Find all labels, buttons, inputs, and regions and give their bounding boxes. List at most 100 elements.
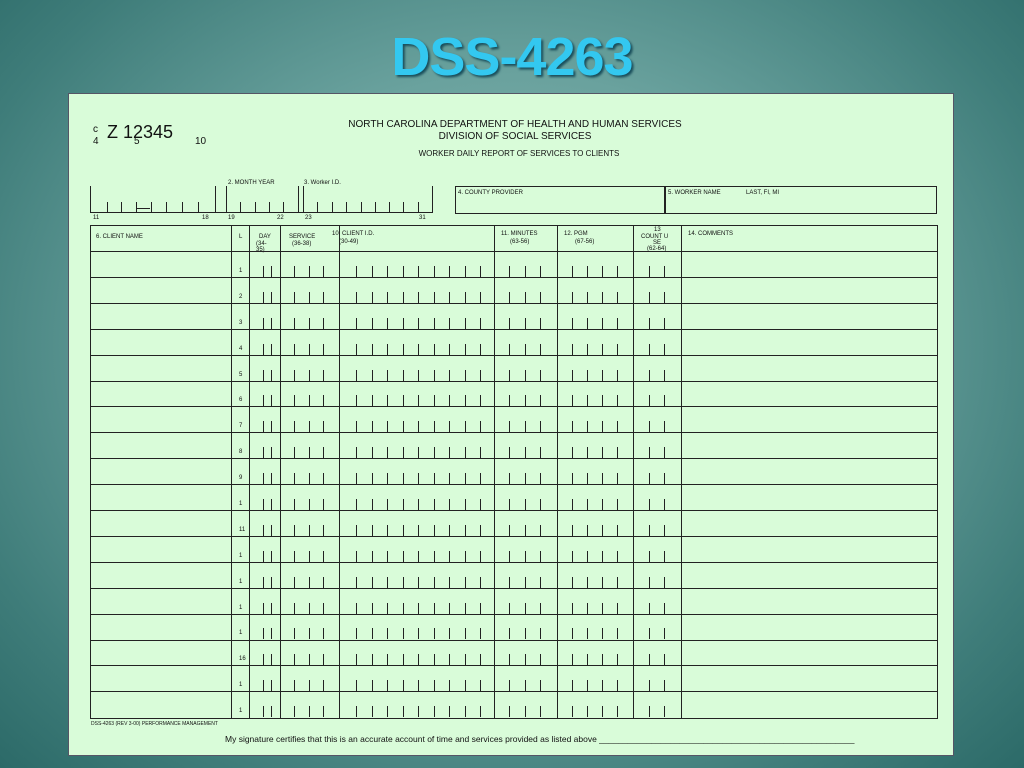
comments-cell[interactable]	[682, 407, 937, 431]
row-tick	[664, 577, 665, 588]
row-tick	[372, 395, 373, 406]
client-name-cell[interactable]	[91, 615, 231, 639]
form-id: DSS-4263 (REV 3-00) PERFORMANCE MANAGEME…	[91, 721, 218, 727]
row-tick	[434, 370, 435, 381]
comments-cell[interactable]	[682, 459, 937, 483]
row-tick	[540, 292, 541, 303]
row-tick	[418, 318, 419, 329]
row-tick	[449, 628, 450, 639]
row-tick	[572, 370, 573, 381]
row-tick	[449, 266, 450, 277]
col-minutes-sub: (63-56)	[510, 239, 530, 245]
row-number: 1	[239, 708, 243, 714]
row-tick	[664, 344, 665, 355]
client-name-cell[interactable]	[91, 666, 231, 690]
comments-cell[interactable]	[682, 615, 937, 639]
row-tick	[372, 473, 373, 484]
row-tick	[372, 421, 373, 432]
comments-cell[interactable]	[682, 563, 937, 587]
comments-cell[interactable]	[682, 589, 937, 613]
client-name-cell[interactable]	[91, 511, 231, 535]
client-name-cell[interactable]	[91, 459, 231, 483]
comments-cell[interactable]	[682, 433, 937, 457]
client-name-cell[interactable]	[91, 641, 231, 665]
col-day-sub2: 35)	[256, 247, 265, 253]
row-tick	[540, 680, 541, 691]
row-tick	[587, 447, 588, 458]
row-tick	[294, 473, 295, 484]
row-tick	[587, 473, 588, 484]
client-name-cell[interactable]	[91, 278, 231, 302]
client-name-cell[interactable]	[91, 485, 231, 509]
row-tick	[294, 344, 295, 355]
row-tick	[403, 473, 404, 484]
signature-statement[interactable]: My signature certifies that this is an a…	[225, 734, 854, 744]
row-tick	[418, 628, 419, 639]
client-name-cell[interactable]	[91, 537, 231, 561]
row-tick	[387, 577, 388, 588]
client-name-cell[interactable]	[91, 356, 231, 380]
top-field-divider	[215, 186, 216, 213]
row-tick	[271, 421, 272, 432]
row-tick	[434, 473, 435, 484]
top-tick	[389, 202, 390, 212]
comments-cell[interactable]	[682, 641, 937, 665]
row-tick	[356, 654, 357, 665]
row-tick	[480, 499, 481, 510]
client-name-cell[interactable]	[91, 304, 231, 328]
row-tick	[356, 370, 357, 381]
header-division: DIVISION OF SOCIAL SERVICES	[438, 131, 592, 142]
row-tick	[449, 395, 450, 406]
row-tick	[480, 395, 481, 406]
grid-column-divider	[249, 225, 250, 719]
comments-cell[interactable]	[682, 382, 937, 406]
comments-cell[interactable]	[682, 330, 937, 354]
row-number: 1	[239, 501, 243, 507]
client-name-cell[interactable]	[91, 692, 231, 716]
row-tick	[356, 499, 357, 510]
county-provider-field[interactable]: 4. COUNTY PROVIDER	[455, 186, 665, 214]
row-tick	[372, 525, 373, 536]
comments-cell[interactable]	[682, 252, 937, 276]
client-name-cell[interactable]	[91, 382, 231, 406]
comments-cell[interactable]	[682, 485, 937, 509]
row-tick	[449, 473, 450, 484]
row-tick	[387, 551, 388, 562]
row-tick	[480, 654, 481, 665]
client-name-cell[interactable]	[91, 589, 231, 613]
comments-cell[interactable]	[682, 356, 937, 380]
row-tick	[372, 680, 373, 691]
comments-cell[interactable]	[682, 278, 937, 302]
row-tick	[649, 395, 650, 406]
client-name-cell[interactable]	[91, 563, 231, 587]
row-tick	[418, 499, 419, 510]
comments-cell[interactable]	[682, 304, 937, 328]
client-name-cell[interactable]	[91, 407, 231, 431]
top-tick	[166, 202, 167, 212]
row-tick	[434, 680, 435, 691]
row-tick	[649, 680, 650, 691]
comments-cell[interactable]	[682, 666, 937, 690]
row-tick	[525, 266, 526, 277]
row-tick	[617, 292, 618, 303]
row-tick	[509, 395, 510, 406]
client-name-cell[interactable]	[91, 433, 231, 457]
client-name-cell[interactable]	[91, 252, 231, 276]
row-tick	[587, 551, 588, 562]
row-tick	[572, 473, 573, 484]
row-tick	[465, 447, 466, 458]
row-tick	[509, 551, 510, 562]
row-tick	[449, 577, 450, 588]
row-tick	[480, 421, 481, 432]
worker-name-field[interactable]: 5. WORKER NAME LAST, FI, MI	[665, 186, 937, 214]
row-tick	[465, 344, 466, 355]
row-tick	[263, 447, 264, 458]
row-number: 11	[239, 527, 246, 533]
comments-cell[interactable]	[682, 511, 937, 535]
row-tick	[294, 628, 295, 639]
client-name-cell[interactable]	[91, 330, 231, 354]
comments-cell[interactable]	[682, 692, 937, 716]
row-tick	[649, 370, 650, 381]
comments-cell[interactable]	[682, 537, 937, 561]
row-tick	[263, 473, 264, 484]
